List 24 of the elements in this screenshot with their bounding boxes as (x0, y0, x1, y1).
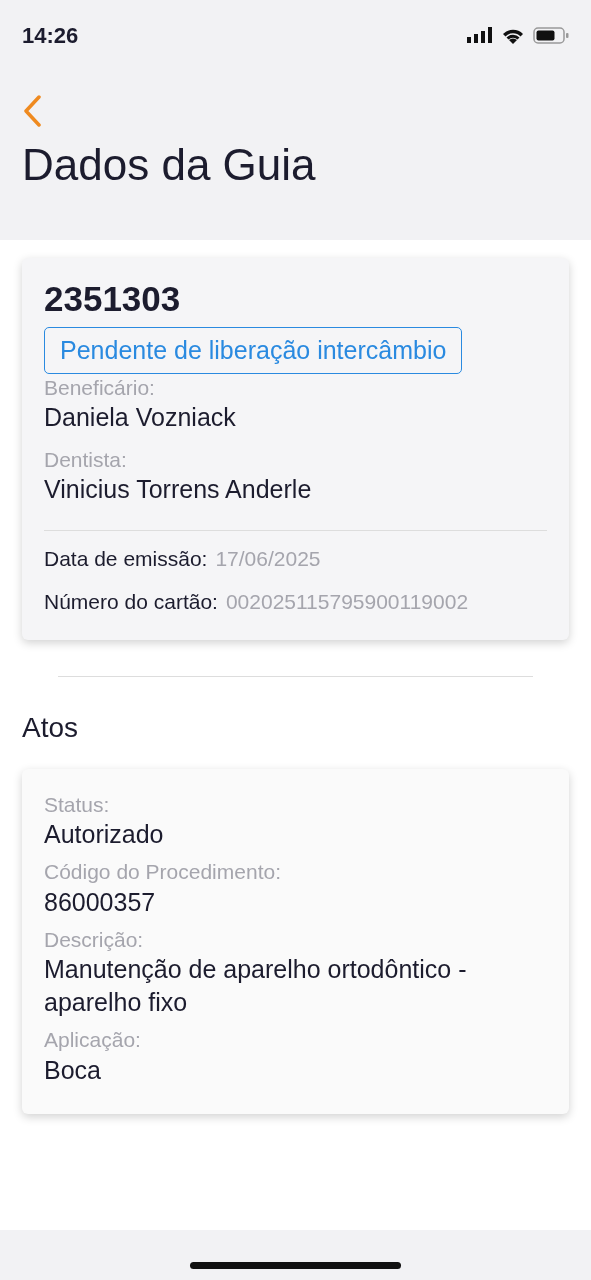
field-label: Beneficário: (44, 375, 156, 401)
page-title: Dados da Guia (22, 139, 317, 191)
status-badge: Pendente de liberação intercâmbio (44, 326, 463, 374)
detail-label: Número do cartão: (44, 589, 218, 616)
back-icon[interactable] (22, 95, 42, 127)
field-value: 86000357 (44, 886, 157, 918)
field-value: Daniela Vozniack (44, 402, 237, 434)
field-label: Dentista: (44, 446, 128, 473)
detail-value: 002025115795900119002 (225, 589, 469, 616)
field-value: Manutenção de aparelho ortodôntico - aparelho fixo (44, 954, 468, 1018)
field-label: Status: (44, 791, 111, 818)
field-value: Vinicius Torrens Anderle (44, 474, 313, 506)
detail-label: Data de emissão: (44, 545, 208, 572)
field-label: Descrição: (44, 927, 145, 954)
field-label: Aplicação: (44, 1027, 142, 1054)
field-value: Boca (44, 1054, 102, 1086)
field-value: Autorizado (44, 818, 165, 850)
field-label: Código do Procedimento: (44, 859, 282, 886)
status-time: 14:26 (22, 21, 79, 50)
battery-icon (533, 26, 569, 44)
detail-value: 17/06/2025 (215, 545, 321, 572)
guide-number: 2351303 (44, 280, 182, 319)
section-title: Atos (22, 710, 80, 745)
signal-icon (467, 27, 493, 43)
